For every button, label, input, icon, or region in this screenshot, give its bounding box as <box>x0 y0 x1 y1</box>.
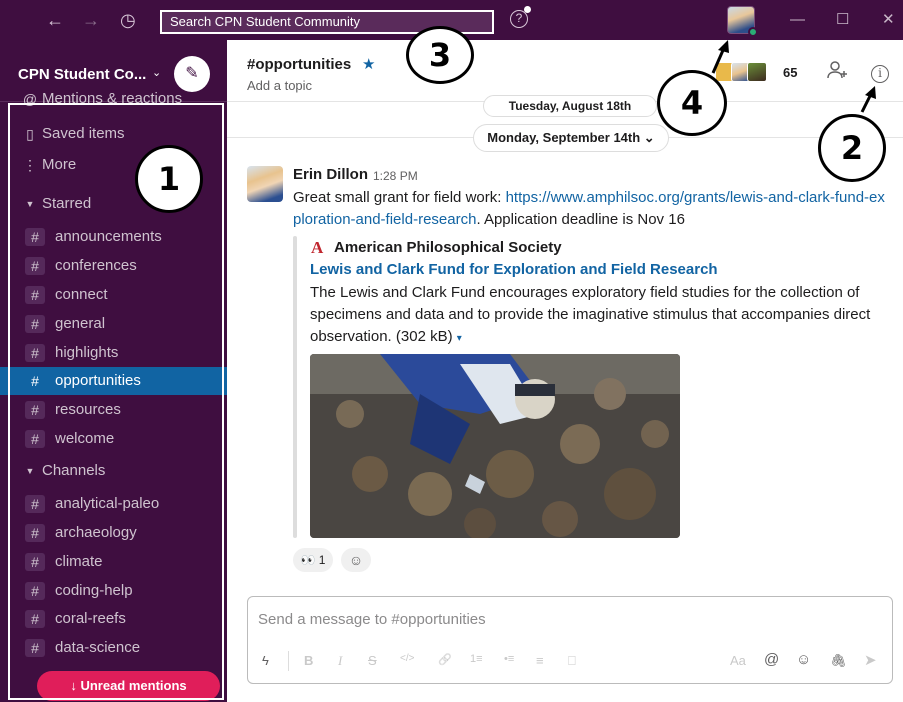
caret-down-icon: ▼ <box>25 466 35 476</box>
unfurl-divider <box>293 236 297 538</box>
member-avatars[interactable] <box>715 60 777 86</box>
unread-mentions-button[interactable]: ↓ Unread mentions <box>37 671 220 701</box>
bold-icon[interactable]: B <box>304 653 313 668</box>
message-timestamp[interactable]: 1:28 PM <box>373 169 418 183</box>
user-avatar[interactable] <box>727 6 758 37</box>
bulleted-list-icon[interactable]: •≡ <box>504 653 514 665</box>
shortcuts-icon[interactable]: ϟ <box>262 653 269 668</box>
date-divider-previous[interactable]: Tuesday, August 18th <box>483 95 657 117</box>
hash-icon: # <box>31 373 39 389</box>
bookmark-icon: ▯ <box>26 126 34 142</box>
code-icon[interactable]: </> <box>400 653 414 664</box>
forward-arrow-icon[interactable]: → <box>82 8 100 32</box>
minimize-icon[interactable]: — <box>790 10 805 30</box>
message-text: Great small grant for field work: https:… <box>293 189 885 228</box>
sidebar-item-resources[interactable]: # resources <box>0 396 227 424</box>
sidebar-item-mentions[interactable]: @ Mentions & reactions <box>0 92 227 112</box>
unfurl-size: (302 kB) <box>395 328 453 345</box>
member-count[interactable]: 65 <box>783 65 797 80</box>
sidebar-item-conferences[interactable]: # conferences <box>0 252 227 280</box>
add-person-icon[interactable] <box>827 60 849 85</box>
sidebar-item-connect[interactable]: # connect <box>0 281 227 309</box>
compose-button[interactable]: ✎ <box>174 56 210 92</box>
avatar[interactable] <box>247 166 283 202</box>
reaction-pill[interactable]: 👀 1 <box>293 548 333 572</box>
sidebar-item-coral-reefs[interactable]: # coral-reefs <box>0 605 227 633</box>
history-icon[interactable]: ◷ <box>120 8 136 32</box>
section-channels[interactable]: ▼ Channels <box>0 457 227 485</box>
hash-icon: # <box>25 553 45 571</box>
code-block-icon[interactable]: ⎕ <box>568 653 576 669</box>
italic-icon[interactable]: I <box>338 653 342 669</box>
message-author[interactable]: Erin Dillon <box>293 166 368 183</box>
unfurl-description: The Lewis and Clark Fund encourages expl… <box>310 284 871 345</box>
hash-icon: # <box>25 430 45 448</box>
message-input[interactable] <box>258 607 878 631</box>
at-icon: @ <box>22 92 38 107</box>
workspace-name[interactable]: CPN Student Co... <box>18 66 146 83</box>
sidebar-item-data-science[interactable]: # data-science <box>0 634 227 662</box>
sidebar-item-coding-help[interactable]: # coding-help <box>0 577 227 605</box>
channel-view: #opportunities ★ Add a topic 65 i Tuesda… <box>227 40 903 702</box>
unfurl-image[interactable] <box>310 354 680 538</box>
unfurl-site-name: American Philosophical Society <box>334 239 562 256</box>
formatting-icon[interactable]: Aa <box>730 653 746 668</box>
more-icon: ⋮ <box>23 157 37 173</box>
hash-icon: # <box>25 344 45 362</box>
eyes-icon: 👀 <box>300 553 316 567</box>
mention-icon[interactable]: @ <box>764 651 779 668</box>
sidebar-item-highlights[interactable]: # highlights <box>0 339 227 367</box>
attach-icon[interactable]: 🖇 <box>830 653 847 669</box>
callout-4: 4 <box>657 70 727 136</box>
divider <box>288 651 289 671</box>
blockquote-icon[interactable]: ≡ <box>536 653 544 668</box>
sidebar-item-opportunities[interactable]: # opportunities <box>0 367 227 395</box>
caret-down-icon: ▼ <box>25 199 35 209</box>
close-icon[interactable]: ✕ <box>882 10 895 30</box>
avatar <box>747 62 767 82</box>
hash-icon: # <box>25 639 45 657</box>
sidebar-item-climate[interactable]: # climate <box>0 548 227 576</box>
callout-3: 3 <box>406 26 474 84</box>
sidebar: CPN Student Co... ⌄ ✎ @ Mentions & react… <box>0 40 227 702</box>
aps-logo-icon: A <box>311 238 324 257</box>
hash-icon: # <box>25 257 45 275</box>
strikethrough-icon[interactable]: S <box>368 653 377 668</box>
hash-icon: # <box>25 286 45 304</box>
hash-icon: # <box>25 524 45 542</box>
channel-topic[interactable]: Add a topic <box>247 78 312 93</box>
ordered-list-icon[interactable]: 1≡ <box>470 653 483 665</box>
date-divider-button[interactable]: Monday, September 14th ⌄ <box>473 124 669 152</box>
star-icon[interactable]: ★ <box>362 55 375 73</box>
sidebar-item-analytical-paleo[interactable]: # analytical-paleo <box>0 490 227 518</box>
hash-icon: # <box>25 495 45 513</box>
sidebar-item-general[interactable]: # general <box>0 310 227 338</box>
channel-header: #opportunities ★ Add a topic 65 i <box>227 40 903 102</box>
hash-icon: # <box>25 401 45 419</box>
online-status-icon <box>748 27 758 37</box>
unfurl-title-link[interactable]: Lewis and Clark Fund for Exploration and… <box>310 261 718 278</box>
notification-dot <box>524 6 531 13</box>
add-reaction-icon[interactable]: ☺ <box>341 548 371 572</box>
emoji-icon[interactable]: ☺ <box>796 651 811 668</box>
sidebar-item-archaeology[interactable]: # archaeology <box>0 519 227 547</box>
callout-1: 1 <box>135 145 203 213</box>
maximize-icon[interactable]: ☐ <box>836 10 849 30</box>
chevron-down-icon[interactable]: ⌄ <box>152 66 161 79</box>
hash-icon: # <box>25 582 45 600</box>
back-arrow-icon[interactable]: ← <box>46 8 64 32</box>
caret-down-icon[interactable]: ▾ <box>457 333 462 344</box>
hash-icon: # <box>25 610 45 628</box>
message-composer: ϟ B I S </> 🔗 1≡ •≡ ≡ ⎕ Aa @ ☺ 🖇 ➤ <box>247 596 893 684</box>
info-icon[interactable]: i <box>871 65 889 83</box>
hash-icon: # <box>25 315 45 333</box>
sidebar-item-announcements[interactable]: # announcements <box>0 223 227 251</box>
link-icon[interactable]: 🔗 <box>438 653 452 666</box>
hash-icon: # <box>25 228 45 246</box>
channel-name[interactable]: #opportunities <box>247 56 351 73</box>
send-icon[interactable]: ➤ <box>864 651 877 669</box>
callout-2: 2 <box>818 114 886 182</box>
sidebar-item-saved[interactable]: ▯ Saved items <box>0 120 227 148</box>
sidebar-item-welcome[interactable]: # welcome <box>0 425 227 453</box>
